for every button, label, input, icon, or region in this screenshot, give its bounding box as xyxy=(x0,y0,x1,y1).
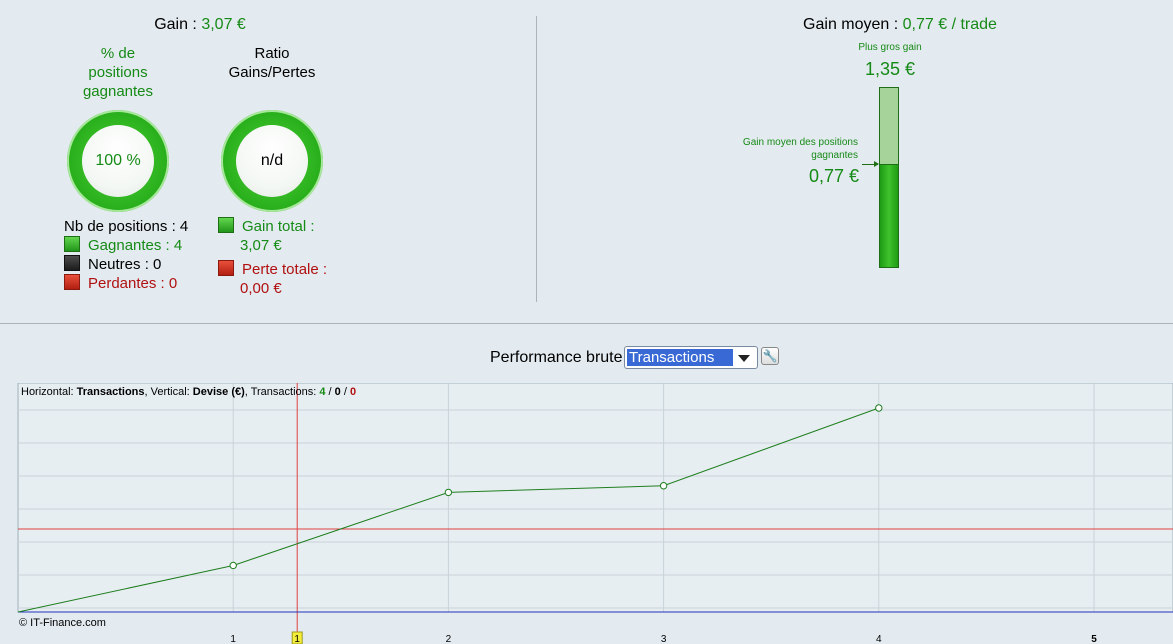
chart-info-losses: 0 xyxy=(349,386,357,398)
red-square-icon xyxy=(64,274,80,290)
x-tick-label: 5 xyxy=(1091,634,1097,644)
black-square-icon xyxy=(64,255,80,271)
performance-label: Performance brute xyxy=(490,349,623,366)
gain-gauge-fill xyxy=(880,163,898,267)
legend-losers: Perdantes : 0 xyxy=(64,274,177,293)
legend-winners: Gagnantes : 4 xyxy=(64,236,182,255)
average-winning-caption: Gain moyen des positions gagnantes xyxy=(700,136,858,162)
win-percent-ring: 100 % xyxy=(67,110,169,212)
arrow-right-icon xyxy=(862,161,879,167)
green-square-icon xyxy=(64,236,80,252)
chart-info-text: / xyxy=(325,386,335,398)
legend-total-loss: Perte totale : xyxy=(218,260,327,279)
performance-select-value: Transactions xyxy=(627,349,733,366)
x-tick-label: 1 xyxy=(230,634,236,644)
max-gain-caption: Plus gros gain xyxy=(858,42,922,53)
plot-area xyxy=(17,383,1173,613)
vertical-divider xyxy=(536,16,537,302)
total-loss-value: 0,00 € xyxy=(240,280,282,297)
ratio-ring: n/d xyxy=(221,110,323,212)
performance-chart[interactable]: 1 2 3 4 5 1 xyxy=(0,383,1173,644)
win-percent-title-line: % de xyxy=(100,45,136,62)
win-percent-title: % de positions gagnantes xyxy=(58,44,178,101)
chart-info-vertical: Devise (€) xyxy=(192,386,245,398)
legend-neutral: Neutres : 0 xyxy=(64,255,161,274)
max-gain-value: 1,35 € xyxy=(864,59,916,79)
average-gain-label: Gain moyen : xyxy=(803,16,903,33)
highlighted-tick-label: 1 xyxy=(294,634,300,644)
average-winning-value: 0,77 € xyxy=(808,166,859,186)
legend-losers-label: Perdantes : 0 xyxy=(88,275,178,292)
data-point xyxy=(659,482,668,490)
average-winning-caption-line: Gain moyen des positions xyxy=(742,137,858,148)
gain-label: Gain : xyxy=(154,16,202,33)
chart-info-text: Horizontal: xyxy=(21,386,77,398)
wrench-icon[interactable]: 🔧 xyxy=(761,347,779,365)
total-gain-label: Gain total : xyxy=(242,218,315,235)
win-percent-title-line: gagnantes xyxy=(82,83,154,100)
chart-info-horizontal: Transactions xyxy=(76,386,145,398)
legend-neutral-label: Neutres : 0 xyxy=(88,256,162,273)
gain-value: 3,07 € xyxy=(201,16,246,33)
ratio-title-line: Ratio xyxy=(254,45,290,62)
chart-info-text: , Vertical: xyxy=(144,386,193,398)
win-percent-title-line: positions xyxy=(88,64,148,81)
gain-gauge xyxy=(879,87,899,268)
red-square-icon xyxy=(218,260,234,276)
ratio-title: Ratio Gains/Pertes xyxy=(212,44,332,82)
x-tick-label: 4 xyxy=(876,634,882,644)
average-gain-summary: Gain moyen : 0,77 € / trade xyxy=(760,16,1040,34)
ratio-value: n/d xyxy=(236,125,308,197)
x-tick-label: 2 xyxy=(446,634,452,644)
total-loss-label: Perte totale : xyxy=(242,261,328,278)
horizontal-divider xyxy=(0,323,1173,324)
average-gain-value: 0,77 € / trade xyxy=(902,16,997,33)
chart-info: Horizontal: Transactions, Vertical: Devi… xyxy=(21,386,356,398)
chart-info-text: / xyxy=(340,386,350,398)
data-point xyxy=(875,404,883,412)
average-winning-caption-line: gagnantes xyxy=(811,150,858,161)
performance-select[interactable]: Transactions xyxy=(624,346,758,369)
chart-info-text: , Transactions: xyxy=(244,386,320,398)
ratio-title-line: Gains/Pertes xyxy=(228,64,316,81)
total-gain-value: 3,07 € xyxy=(240,237,282,254)
legend-total-gain: Gain total : xyxy=(218,217,315,236)
legend-winners-label: Gagnantes : 4 xyxy=(88,237,183,254)
chevron-down-icon[interactable] xyxy=(738,355,750,362)
positions-count: Nb de positions : 4 xyxy=(64,218,189,235)
copyright: © IT-Finance.com xyxy=(19,617,106,629)
data-point xyxy=(444,488,453,497)
green-square-icon xyxy=(218,217,234,233)
win-percent-value: 100 % xyxy=(82,125,154,197)
x-tick-label: 3 xyxy=(661,634,667,644)
gain-summary: Gain : 3,07 € xyxy=(0,16,400,34)
data-point xyxy=(229,561,237,570)
